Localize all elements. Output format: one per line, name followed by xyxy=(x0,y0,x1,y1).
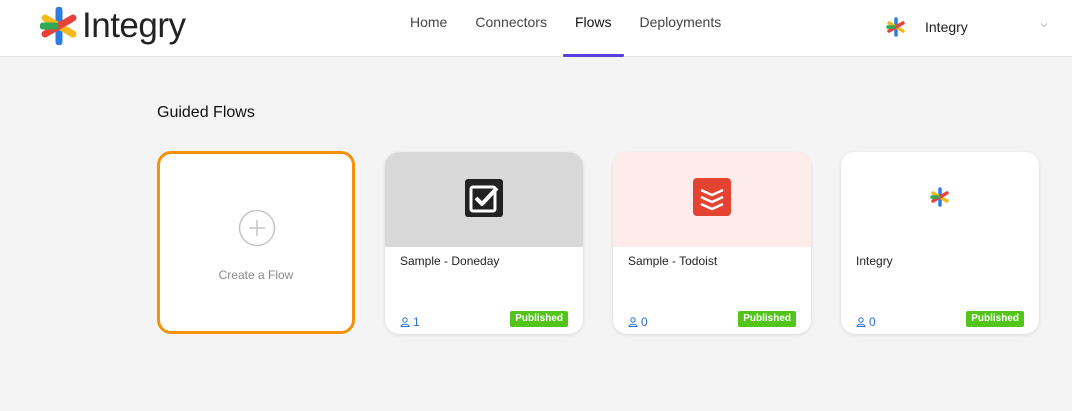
status-badge: Published xyxy=(510,311,568,327)
nav-home[interactable]: Home xyxy=(396,0,461,50)
integry-logo-icon xyxy=(40,7,77,45)
flow-card-todoist[interactable]: Sample - Todoist 0 Published xyxy=(613,152,811,334)
flow-runs: 0 xyxy=(856,315,876,329)
account-switcher[interactable]: Integry xyxy=(886,15,1056,39)
flow-card-header xyxy=(841,152,1039,247)
brand-logo[interactable]: Integry xyxy=(40,7,186,45)
flow-runs: 1 xyxy=(400,315,420,329)
top-header: Integry Home Connectors Flows Deployment… xyxy=(0,0,1072,57)
flow-runs-count: 0 xyxy=(641,315,648,329)
flow-card-header xyxy=(613,152,811,247)
flow-card-integry[interactable]: Integry 0 Published xyxy=(841,152,1039,334)
brand-name: Integry xyxy=(82,6,186,45)
account-name: Integry xyxy=(925,19,968,35)
user-icon xyxy=(628,317,638,327)
flow-runs: 0 xyxy=(628,315,648,329)
main-nav: Home Connectors Flows Deployments xyxy=(396,0,735,57)
flow-runs-count: 1 xyxy=(413,315,420,329)
flow-runs-count: 0 xyxy=(869,315,876,329)
account-logo-icon xyxy=(886,17,905,37)
nav-connectors[interactable]: Connectors xyxy=(461,0,561,50)
plus-circle-icon xyxy=(238,209,276,247)
user-icon xyxy=(400,317,410,327)
flow-name: Sample - Todoist xyxy=(628,254,718,268)
user-icon xyxy=(856,317,866,327)
doneday-checkbox-icon xyxy=(465,179,503,217)
nav-deployments[interactable]: Deployments xyxy=(626,0,736,50)
todoist-icon xyxy=(693,178,731,216)
flow-card-header xyxy=(385,152,583,247)
create-flow-card[interactable]: Create a Flow xyxy=(157,151,355,334)
flow-name: Integry xyxy=(856,254,893,268)
flow-name: Sample - Doneday xyxy=(400,254,500,268)
create-flow-label: Create a Flow xyxy=(218,268,294,282)
nav-flows[interactable]: Flows xyxy=(561,0,626,57)
section-title: Guided Flows xyxy=(157,104,255,121)
integry-logo-icon xyxy=(930,187,949,207)
status-badge: Published xyxy=(738,311,796,327)
status-badge: Published xyxy=(966,311,1024,327)
flow-card-doneday[interactable]: Sample - Doneday 1 Published xyxy=(385,152,583,334)
chevron-down-icon xyxy=(1040,23,1048,28)
